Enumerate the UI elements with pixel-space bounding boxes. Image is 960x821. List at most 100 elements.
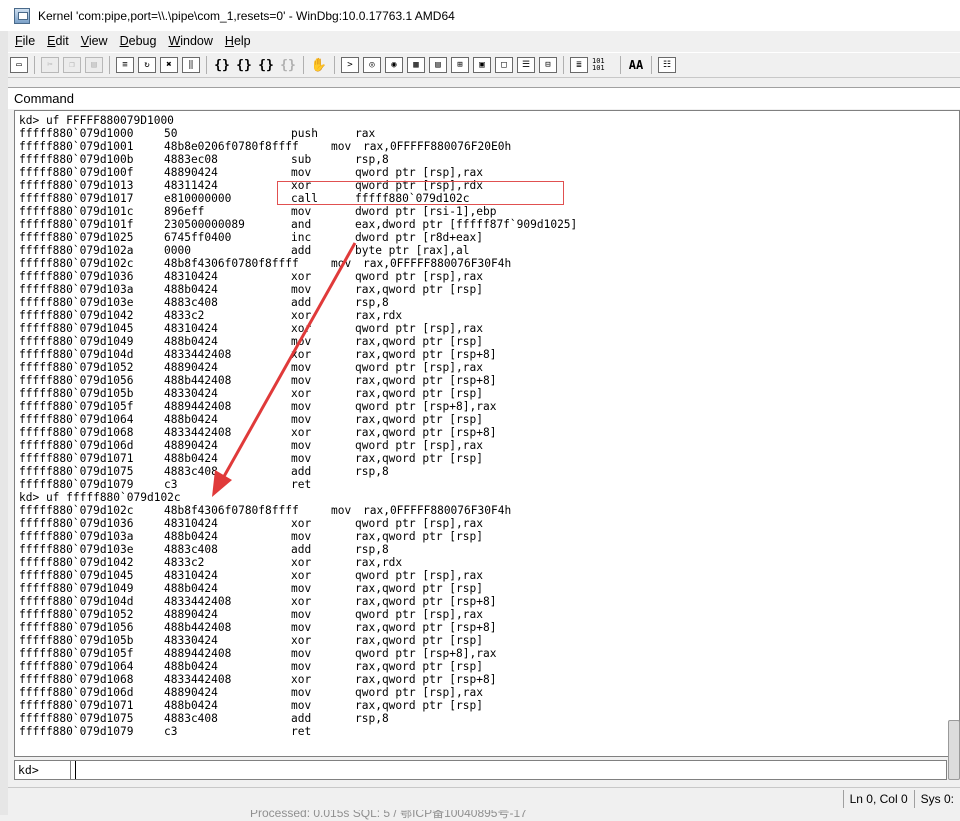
memory-icon[interactable]: ▤ xyxy=(429,57,447,73)
line-address: fffff880`079d1068 xyxy=(19,673,134,686)
line-operands: rax,qword ptr [rsp] xyxy=(355,699,483,712)
line-bytes: 4833442408 xyxy=(164,426,232,439)
registers-icon[interactable]: ▦ xyxy=(407,57,425,73)
toolbar-separator xyxy=(334,56,335,74)
menu-item-label: indow xyxy=(180,34,213,48)
line-address: fffff880`079d104d xyxy=(19,348,134,361)
line-address: fffff880`079d1079 xyxy=(19,478,134,491)
left-window-edge xyxy=(0,31,8,815)
font-icon[interactable]: AA xyxy=(627,57,645,73)
command-input-bar: kd> xyxy=(14,760,947,780)
menu-item-mnemonic: E xyxy=(47,34,56,48)
menu-item[interactable]: Edit xyxy=(47,34,69,48)
run-to-cursor-icon[interactable]: {} xyxy=(279,57,297,73)
step-out-icon[interactable]: {} xyxy=(257,57,275,73)
line-mnemonic: mov xyxy=(291,400,312,413)
command-panel-title: Command xyxy=(14,91,74,106)
options-icon[interactable]: ☷ xyxy=(658,57,676,73)
line-mnemonic: mov xyxy=(291,608,312,621)
line-address: fffff880`079d1025 xyxy=(19,231,134,244)
line-operands: rax,qword ptr [rsp] xyxy=(355,413,483,426)
call-stack-icon[interactable]: ⊞ xyxy=(451,57,469,73)
line-address: fffff880`079d100b xyxy=(19,153,134,166)
line-bytes: 4833c2 xyxy=(164,556,205,569)
line-address: fffff880`079d1075 xyxy=(19,465,134,478)
line-mnemonic: mov xyxy=(331,140,352,153)
line-mnemonic: push xyxy=(291,127,318,140)
line-mnemonic: add xyxy=(291,465,312,478)
watch-icon[interactable]: ◎ xyxy=(363,57,381,73)
line-mnemonic: ret xyxy=(291,478,312,491)
toolbar-separator xyxy=(651,56,652,74)
hand-icon[interactable]: ✋ xyxy=(310,57,328,73)
hex-icon[interactable]: 101 101 xyxy=(592,57,614,73)
stop-debugging-icon[interactable]: ✖ xyxy=(160,57,178,73)
command-window-icon[interactable]: > xyxy=(341,57,359,73)
disassembly-icon[interactable]: ▣ xyxy=(473,57,491,73)
locals-icon[interactable]: ◉ xyxy=(385,57,403,73)
line-operands: rsp,8 xyxy=(355,465,389,478)
menu-item-mnemonic: V xyxy=(80,34,89,48)
break-icon[interactable]: ‖ xyxy=(182,57,200,73)
cut-icon[interactable]: ✂ xyxy=(41,57,59,73)
line-operands: rax,qword ptr [rsp] xyxy=(355,582,483,595)
paste-icon[interactable]: ▤ xyxy=(85,57,103,73)
line-bytes: 4833c2 xyxy=(164,309,205,322)
menu-bar: File Edit View Debug Window Help xyxy=(8,31,960,51)
command-output[interactable]: kd> uf FFFFF880079D1000 fffff880`079d1000… xyxy=(14,110,960,757)
line-mnemonic: mov xyxy=(291,621,312,634)
menu-item[interactable]: Window xyxy=(168,34,212,48)
line-bytes: 4883c408 xyxy=(164,712,218,725)
menu-item-label: elp xyxy=(233,34,251,48)
line-operands: qword ptr [rsp],rax xyxy=(355,361,483,374)
line-mnemonic: add xyxy=(291,244,312,257)
line-mnemonic: mov xyxy=(291,205,312,218)
menu-item[interactable]: Debug xyxy=(120,34,157,48)
line-operands: rsp,8 xyxy=(355,153,389,166)
menu-item-label: ebug xyxy=(128,34,157,48)
menu-item-mnemonic: H xyxy=(224,34,234,48)
text-mode-icon[interactable]: ≣ xyxy=(570,57,588,73)
scratch-pad-icon[interactable]: □ xyxy=(495,57,513,73)
menu-item[interactable]: File xyxy=(15,34,35,48)
restart-icon[interactable]: ↻ xyxy=(138,57,156,73)
line-operands: rsp,8 xyxy=(355,296,389,309)
line-address: fffff880`079d1000 xyxy=(19,127,134,140)
line-mnemonic: mov xyxy=(331,257,352,270)
processes-icon[interactable]: ☰ xyxy=(517,57,535,73)
line-bytes: 48310424 xyxy=(164,517,218,530)
line-mnemonic: mov xyxy=(291,452,312,465)
line-mnemonic: xor xyxy=(291,595,312,608)
source-mode-icon[interactable]: ⊟ xyxy=(539,57,557,73)
line-bytes: 488b0424 xyxy=(164,660,218,673)
copy-icon[interactable]: ❐ xyxy=(63,57,81,73)
line-operands: rax,qword ptr [rsp] xyxy=(355,660,483,673)
menu-item[interactable]: Help xyxy=(225,34,251,48)
line-address: fffff880`079d1079 xyxy=(19,725,134,738)
command-input[interactable] xyxy=(75,761,946,779)
line-operands: rax,qword ptr [rsp+8] xyxy=(355,673,497,686)
step-into-icon[interactable]: {} xyxy=(213,57,231,73)
line-bytes: 488b0424 xyxy=(164,530,218,543)
open-icon[interactable]: ▭ xyxy=(10,57,28,73)
title-bar: Kernel 'com:pipe,port=\\.\pipe\com_1,res… xyxy=(0,0,960,31)
line-operands: qword ptr [rsp],rax xyxy=(355,439,483,452)
line-operands: rsp,8 xyxy=(355,543,389,556)
go-icon[interactable]: ≡ xyxy=(116,57,134,73)
menu-item[interactable]: View xyxy=(81,34,108,48)
step-over-icon[interactable]: {} xyxy=(235,57,253,73)
line-bytes: 896eff xyxy=(164,205,205,218)
menu-item-mnemonic: F xyxy=(15,34,23,48)
command-prompt: kd> xyxy=(15,761,71,779)
line-mnemonic: add xyxy=(291,543,312,556)
scroll-thumb[interactable] xyxy=(948,720,960,780)
line-mnemonic: xor xyxy=(291,569,312,582)
line-address: fffff880`079d1045 xyxy=(19,569,134,582)
line-mnemonic: xor xyxy=(291,556,312,569)
menu-item-mnemonic: W xyxy=(168,34,181,48)
line-address: fffff880`079d1056 xyxy=(19,374,134,387)
line-mnemonic: mov xyxy=(291,283,312,296)
line-operands: rax,qword ptr [rsp] xyxy=(355,452,483,465)
line-bytes: 488b0424 xyxy=(164,335,218,348)
line-operands: rax,qword ptr [rsp] xyxy=(355,335,483,348)
